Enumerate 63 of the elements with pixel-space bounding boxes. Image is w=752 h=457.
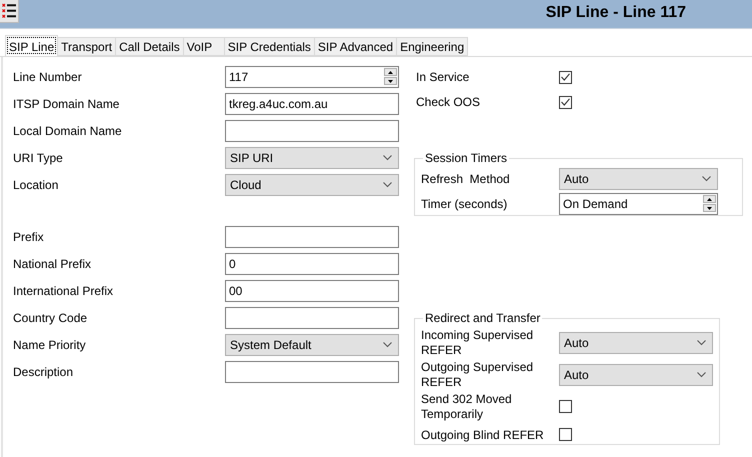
field-label: Line Number xyxy=(13,70,83,84)
dropdown[interactable]: System Default xyxy=(225,334,399,356)
field-label: International Prefix xyxy=(13,284,114,298)
triangle-up-icon xyxy=(707,198,712,200)
field-label: Incoming Supervised REFER xyxy=(421,328,534,358)
text-field[interactable]: 00 xyxy=(225,280,399,302)
field-label: ITSP Domain Name xyxy=(13,97,120,111)
field-label: Check OOS xyxy=(416,94,482,111)
chevron-down-icon xyxy=(697,340,706,346)
checkbox[interactable] xyxy=(559,70,572,84)
spin-down-button[interactable] xyxy=(384,77,397,85)
chevron-down-icon xyxy=(702,176,711,182)
triangle-up-icon xyxy=(388,70,393,74)
dropdown[interactable]: Cloud xyxy=(225,174,399,196)
dropdown[interactable]: Auto xyxy=(559,364,713,386)
checkbox[interactable] xyxy=(559,400,572,413)
chevron-down-icon xyxy=(383,342,392,348)
triangle-down-icon xyxy=(388,80,393,82)
chevron-down-icon xyxy=(383,182,392,188)
tab[interactable]: SIP Credentials xyxy=(224,37,315,56)
field-label: Timer (seconds) xyxy=(421,197,508,211)
text-field[interactable]: 0 xyxy=(225,253,399,275)
field-label: Country Code xyxy=(13,311,88,325)
text-field[interactable]: tkreg.a4uc.com.au xyxy=(225,93,399,115)
field-label: National Prefix xyxy=(13,257,92,271)
field-label: URI Type xyxy=(13,151,64,165)
chevron-down-icon xyxy=(383,155,392,161)
chevron-down-icon xyxy=(697,372,706,378)
spin-field[interactable]: On Demand xyxy=(559,193,718,215)
tab[interactable]: Transport xyxy=(58,37,116,56)
field-label: Outgoing Blind REFER xyxy=(421,428,545,442)
triangle-down-icon xyxy=(707,206,712,210)
spin-up-button[interactable] xyxy=(384,68,397,76)
field-label: Outgoing Supervised REFER xyxy=(421,360,534,390)
tab[interactable]: SIP Line xyxy=(5,35,58,56)
group-title: Redirect and Transfer xyxy=(424,311,542,325)
checkbox[interactable] xyxy=(559,96,572,108)
dropdown[interactable]: Auto xyxy=(559,332,713,354)
field-label: In Service xyxy=(416,69,470,86)
window-title: SIP Line - Line 117 xyxy=(546,4,686,22)
tab[interactable]: VoIP xyxy=(184,37,225,56)
spin-field[interactable]: 117 xyxy=(225,66,399,88)
field-label: Send 302 Moved Temporarily xyxy=(421,392,513,422)
menu-icon[interactable] xyxy=(2,3,16,19)
field-label: Name Priority xyxy=(13,338,87,352)
spin-down-button[interactable] xyxy=(703,204,716,212)
field-label: Location xyxy=(13,178,60,192)
tab[interactable]: Engineering xyxy=(397,37,468,56)
text-field[interactable] xyxy=(225,307,399,329)
field-label: Local Domain Name xyxy=(13,124,123,138)
checkbox[interactable] xyxy=(559,428,572,441)
spin-up-button[interactable] xyxy=(703,195,716,203)
text-field[interactable] xyxy=(225,226,399,248)
group-title: Session Timers xyxy=(424,151,508,165)
text-field[interactable] xyxy=(225,361,399,383)
text-field[interactable] xyxy=(225,120,399,142)
dropdown[interactable]: SIP URI xyxy=(225,147,399,169)
field-label: Refresh Method xyxy=(421,172,511,186)
field-label: Description xyxy=(13,365,74,379)
tab[interactable]: SIP Advanced xyxy=(314,37,398,56)
tab[interactable]: Call Details xyxy=(116,37,184,56)
field-label: Prefix xyxy=(13,230,45,244)
dropdown[interactable]: Auto xyxy=(559,168,718,190)
